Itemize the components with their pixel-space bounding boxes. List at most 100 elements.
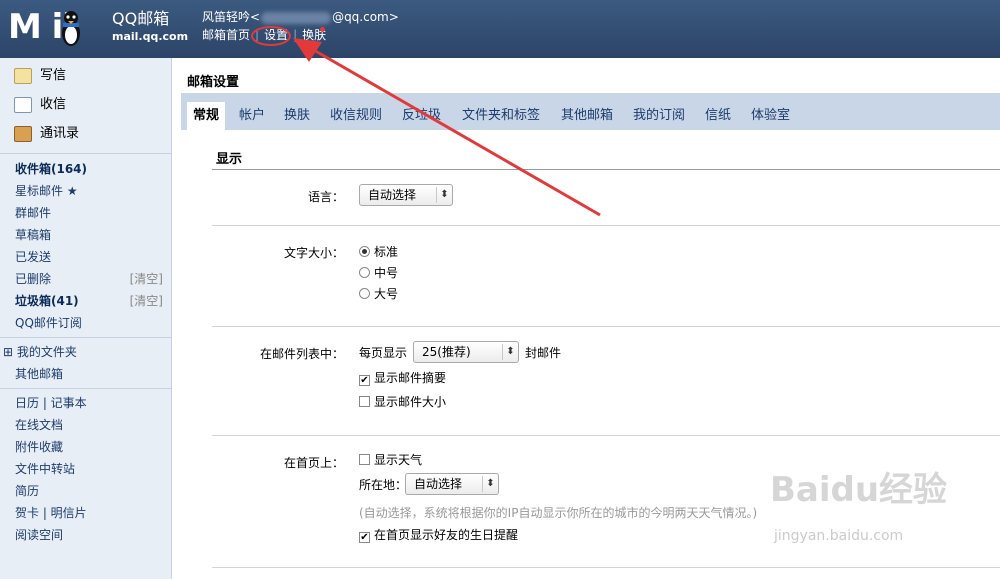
nav-mail-home[interactable]: 邮箱首页 — [202, 28, 250, 42]
homepage-label: 在首页上： — [283, 456, 344, 470]
language-value: 自动选择 — [368, 188, 417, 202]
divider — [0, 388, 172, 389]
tab-account[interactable]: 帐户 — [233, 102, 271, 130]
show-weather-label: 显示天气 — [374, 453, 423, 467]
font-size-standard-label: 标准 — [374, 245, 399, 259]
tool-online-docs[interactable]: 在线文档 — [15, 416, 63, 434]
folder-inbox[interactable]: 收件箱(164) — [15, 160, 87, 178]
checkbox-checked[interactable]: ✔ — [359, 375, 370, 386]
updown-arrow-icon: ⬍ — [436, 187, 452, 203]
row-divider — [212, 326, 1000, 327]
pencil-icon — [14, 67, 32, 84]
radio-selected[interactable] — [359, 246, 370, 257]
new-dot-badge — [320, 27, 325, 32]
per-page-select[interactable]: 25(推荐) ⬍ — [413, 341, 519, 363]
birthday-option[interactable]: ✔ 在首页显示好友的生日提醒 — [359, 527, 518, 543]
font-size-large[interactable]: 大号 — [359, 286, 398, 302]
weather-hint: (自动选择，系统将根据你的IP自动显示你所在的城市的今明两天天气情况。) — [359, 506, 758, 520]
penguin-icon — [62, 11, 80, 46]
language-label: 语言： — [307, 190, 344, 204]
user-account: 风笛轻吟< @qq.com> — [202, 9, 399, 25]
sidebar: 写信 收信 通讯录 收件箱(164) 星标邮件 ★ 群邮件 草稿箱 已发送 已删… — [0, 58, 172, 579]
tool-cards[interactable]: 贺卡 | 明信片 — [15, 504, 87, 522]
font-size-standard[interactable]: 标准 — [359, 244, 398, 260]
check-mail-label: 收信 — [40, 97, 67, 112]
updown-arrow-icon: ⬍ — [482, 476, 498, 492]
folder-group[interactable]: 群邮件 — [15, 204, 51, 222]
tab-skin[interactable]: 换肤 — [278, 102, 316, 130]
folder-drafts[interactable]: 草稿箱 — [15, 226, 51, 244]
tool-calendar-notes[interactable]: 日历 | 记事本 — [15, 394, 87, 412]
radio[interactable] — [359, 288, 370, 299]
tab-general[interactable]: 常规 — [187, 102, 226, 130]
tab-stationery[interactable]: 信纸 — [699, 102, 737, 130]
checkbox[interactable] — [359, 396, 370, 407]
annotation-circle — [251, 26, 291, 46]
user-name: 风笛轻吟< — [202, 10, 261, 24]
section-divider — [212, 169, 1000, 170]
tool-reading[interactable]: 阅读空间 — [15, 526, 63, 544]
baidu-watermark: Baidu经验 jingyan.baidu.com — [770, 470, 990, 560]
folder-deleted[interactable]: 已删除 — [15, 270, 51, 288]
font-size-medium[interactable]: 中号 — [359, 265, 398, 281]
qq-mail-logo[interactable]: M il QQ邮箱 mail.qq.com — [8, 6, 194, 52]
folder-subscriptions[interactable]: QQ邮件订阅 — [15, 314, 82, 332]
show-size-option[interactable]: 显示邮件大小 — [359, 394, 446, 410]
font-size-label: 文字大小： — [283, 246, 344, 260]
inbox-icon — [14, 96, 32, 113]
section-title: 显示 — [216, 152, 243, 167]
divider — [0, 153, 172, 154]
other-mailbox[interactable]: 其他邮箱 — [15, 365, 63, 383]
logo-qq-text: QQ邮箱 — [112, 9, 170, 28]
redacted-email — [261, 11, 332, 24]
folder-spam[interactable]: 垃圾箱(41) — [15, 292, 79, 310]
per-page-prefix: 每页显示 — [359, 346, 408, 360]
user-email-suffix: @qq.com> — [332, 10, 399, 24]
tab-rules[interactable]: 收信规则 — [324, 102, 388, 130]
clear-spam-link[interactable]: [清空] — [130, 292, 163, 310]
tab-antispam[interactable]: 反垃圾 — [396, 102, 447, 130]
folder-sent[interactable]: 已发送 — [15, 248, 51, 266]
logo-url-text: mail.qq.com — [112, 30, 189, 43]
checkbox[interactable] — [359, 454, 370, 465]
mail-list-label: 在邮件列表中： — [259, 347, 344, 361]
tool-file-transfer[interactable]: 文件中转站 — [15, 460, 75, 478]
location-select[interactable]: 自动选择 ⬍ — [405, 473, 499, 495]
location-label: 所在地： — [359, 478, 408, 492]
font-size-large-label: 大号 — [374, 287, 399, 301]
font-size-medium-label: 中号 — [374, 266, 399, 280]
show-summary-label: 显示邮件摘要 — [374, 371, 447, 385]
tab-lab[interactable]: 体验室 — [745, 102, 796, 130]
row-divider — [212, 225, 1000, 226]
watermark-url: jingyan.baidu.com — [774, 528, 904, 544]
radio[interactable] — [359, 267, 370, 278]
birthday-label: 在首页显示好友的生日提醒 — [374, 528, 519, 542]
show-summary-option[interactable]: ✔ 显示邮件摘要 — [359, 370, 446, 386]
page-title: 邮箱设置 — [187, 75, 240, 90]
tool-attachments[interactable]: 附件收藏 — [15, 438, 63, 456]
language-select[interactable]: 自动选择 ⬍ — [359, 184, 453, 206]
checkbox-checked[interactable]: ✔ — [359, 532, 370, 543]
tab-other-mailbox[interactable]: 其他邮箱 — [555, 102, 619, 130]
updown-arrow-icon: ⬍ — [502, 344, 518, 360]
contacts-button[interactable]: 通讯录 — [14, 123, 79, 145]
tool-resume[interactable]: 简历 — [15, 482, 39, 500]
my-folders[interactable]: ⊞ 我的文件夹 — [3, 343, 77, 361]
address-book-icon — [14, 125, 32, 142]
compose-button[interactable]: 写信 — [14, 65, 66, 87]
watermark-brand: Baidu经验 — [770, 470, 948, 510]
row-divider — [212, 435, 1000, 436]
show-size-label: 显示邮件大小 — [374, 395, 447, 409]
compose-label: 写信 — [40, 68, 67, 83]
location-value: 自动选择 — [414, 477, 463, 491]
tab-folders-labels[interactable]: 文件夹和标签 — [456, 102, 546, 130]
show-weather-option[interactable]: 显示天气 — [359, 452, 422, 468]
per-page-value: 25(推荐) — [422, 345, 471, 359]
per-page-suffix: 封邮件 — [525, 346, 562, 360]
tab-subscriptions[interactable]: 我的订阅 — [627, 102, 691, 130]
contacts-label: 通讯录 — [40, 126, 80, 141]
nav-separator: | — [293, 28, 298, 42]
check-mail-button[interactable]: 收信 — [14, 94, 66, 116]
clear-deleted-link[interactable]: [清空] — [130, 270, 163, 288]
folder-starred[interactable]: 星标邮件 ★ — [15, 182, 78, 200]
